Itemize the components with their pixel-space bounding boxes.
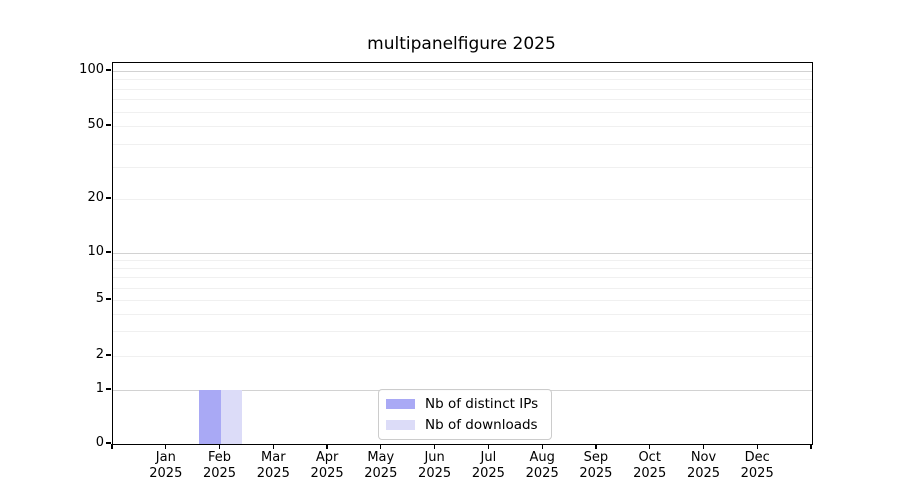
bar-nb-of-distinct-ips <box>199 390 221 444</box>
y-tick-label: 5 <box>58 291 104 307</box>
y-tick-label: 10 <box>58 244 104 260</box>
x-tick <box>219 444 220 449</box>
x-tick <box>111 444 112 449</box>
y-tick-label: 2 <box>58 347 104 363</box>
y-tick <box>106 388 111 389</box>
y-tick <box>106 251 111 252</box>
y-tick <box>106 298 111 299</box>
y-tick <box>106 124 111 125</box>
x-tick <box>165 444 166 449</box>
x-tick-label: Dec2025 <box>725 450 789 481</box>
gridline-minor <box>113 167 812 168</box>
gridline-minor <box>113 112 812 113</box>
x-tick <box>595 444 596 449</box>
x-tick <box>326 444 327 449</box>
y-tick <box>106 354 111 355</box>
x-tick <box>649 444 650 449</box>
gridline-minor <box>113 199 812 200</box>
legend-box: Nb of distinct IPs Nb of downloads <box>378 389 552 440</box>
x-tick-year: 2025 <box>725 466 789 482</box>
x-tick <box>757 444 758 449</box>
y-tick-label: 50 <box>58 117 104 133</box>
y-tick-label: 100 <box>58 62 104 78</box>
bar-nb-of-downloads <box>221 390 243 444</box>
legend-label: Nb of downloads <box>425 417 538 433</box>
x-tick <box>380 444 381 449</box>
gridline-minor <box>113 126 812 127</box>
chart-title: multipanelfigure 2025 <box>112 34 811 54</box>
plot-area: Nb of distinct IPs Nb of downloads <box>112 62 813 445</box>
y-tick <box>106 197 111 198</box>
y-tick <box>106 69 111 70</box>
x-tick <box>488 444 489 449</box>
gridline-minor <box>113 79 812 80</box>
gridline-minor <box>113 99 812 100</box>
gridline-minor <box>113 356 812 357</box>
gridline-minor <box>113 331 812 332</box>
gridline-minor <box>113 300 812 301</box>
legend-swatch <box>386 399 415 409</box>
gridline-major <box>113 253 812 254</box>
x-tick <box>273 444 274 449</box>
y-tick <box>106 442 111 443</box>
gridline-minor <box>113 89 812 90</box>
y-tick-label: 1 <box>58 381 104 397</box>
figure: multipanelfigure 2025 Nb of distinct IPs… <box>0 0 900 500</box>
gridline-minor <box>113 314 812 315</box>
legend-entry: Nb of downloads <box>386 417 538 433</box>
x-tick <box>434 444 435 449</box>
x-tick <box>810 444 811 449</box>
gridline-minor <box>113 268 812 269</box>
legend-swatch <box>386 420 415 430</box>
gridline-major <box>113 71 812 72</box>
x-tick-month: Dec <box>725 450 789 466</box>
gridline-minor <box>113 144 812 145</box>
gridline-minor <box>113 260 812 261</box>
x-tick <box>542 444 543 449</box>
x-tick <box>703 444 704 449</box>
gridline-minor <box>113 277 812 278</box>
y-tick-label: 0 <box>58 435 104 451</box>
legend-label: Nb of distinct IPs <box>425 396 538 412</box>
gridline-minor <box>113 288 812 289</box>
y-tick-label: 20 <box>58 190 104 206</box>
legend-entry: Nb of distinct IPs <box>386 396 538 412</box>
